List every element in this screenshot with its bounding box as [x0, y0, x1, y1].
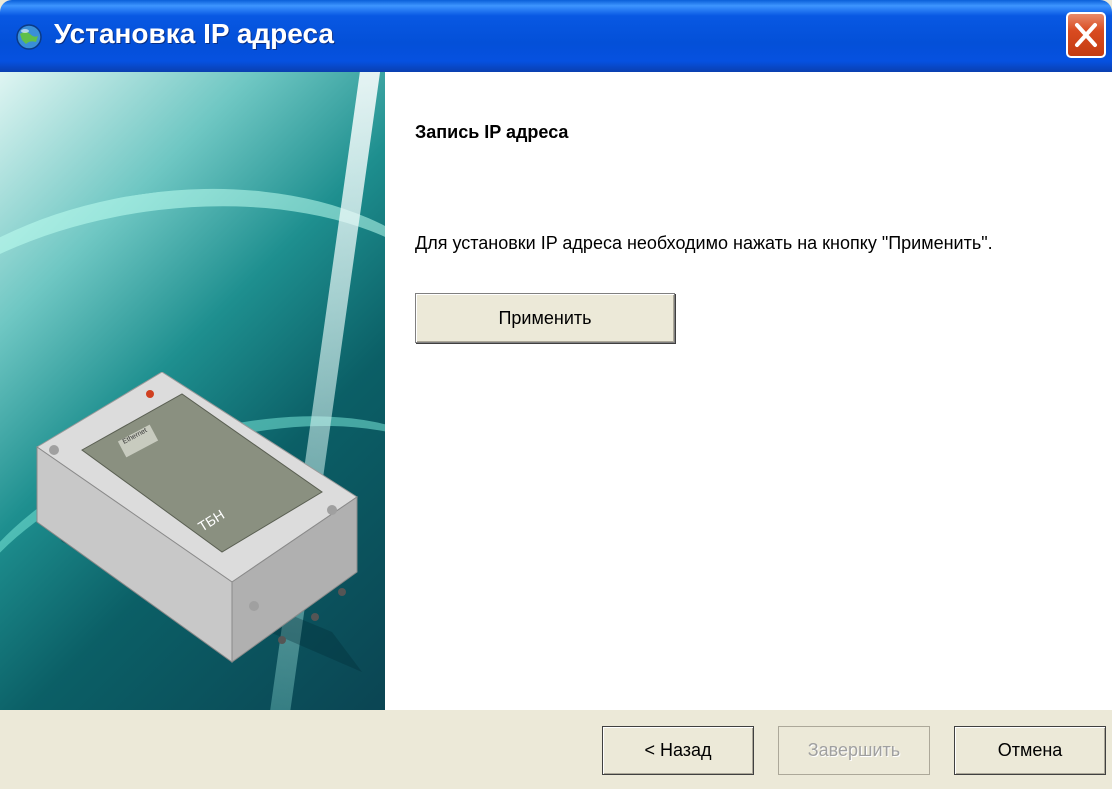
instruction-text: Для установки IP адреса необходимо нажат…	[415, 233, 993, 253]
back-button[interactable]: < Назад	[602, 726, 754, 775]
title-bar[interactable]: Установка IP адреса	[0, 0, 1112, 72]
apply-button[interactable]: Применить	[415, 293, 675, 343]
close-icon	[1075, 23, 1097, 47]
wizard-page: Запись IP адреса Для установки IP адреса…	[385, 72, 1112, 710]
wizard-footer: < Назад Завершить Отмена	[0, 710, 1112, 789]
device-photo: ТБН Ethernet	[36, 372, 362, 672]
page-title: Запись IP адреса	[415, 122, 569, 142]
finish-label: Завершить	[807, 740, 901, 760]
cancel-button[interactable]: Отмена	[954, 726, 1106, 775]
finish-button[interactable]: Завершить	[778, 726, 930, 775]
wizard-banner: ТБН Ethernet	[0, 72, 385, 710]
wizard-window: Установка IP адреса ТБН Ethernet Запись …	[0, 0, 1112, 789]
close-button[interactable]	[1066, 12, 1106, 58]
globe-network-icon	[14, 22, 44, 52]
window-title: Установка IP адреса	[54, 18, 334, 49]
